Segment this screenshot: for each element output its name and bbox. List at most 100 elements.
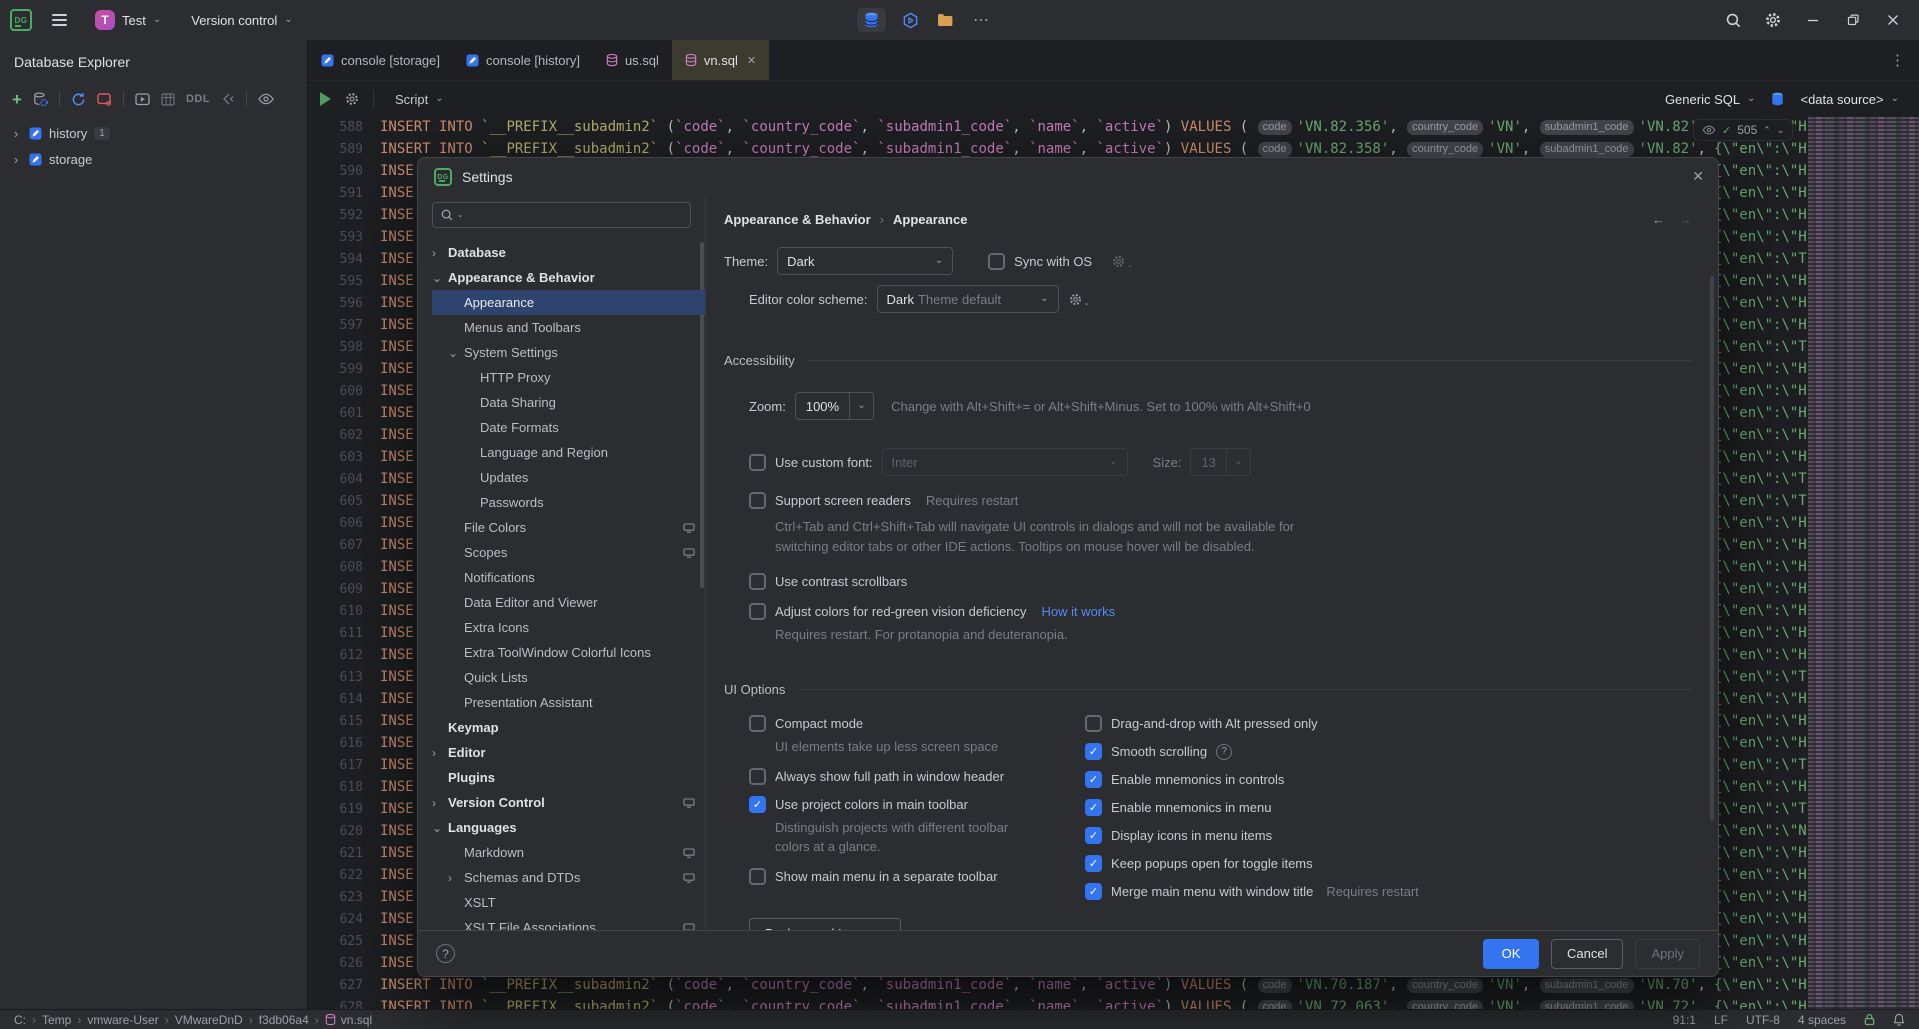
checkbox[interactable] (749, 715, 766, 732)
project-widget[interactable]: T Test ⌄ (87, 6, 169, 34)
back-arrow-icon[interactable]: ← (1652, 212, 1665, 227)
checkbox-compact-mode[interactable]: Compact mode (749, 715, 1085, 732)
eye-icon[interactable] (258, 93, 274, 105)
checkbox-use-project-colors-in-main-toolbar[interactable]: ✓Use project colors in main toolbar (749, 796, 1085, 813)
path-segment[interactable]: f3db06a4 (259, 1013, 309, 1027)
settings-button[interactable] (1755, 0, 1791, 40)
settings-tree-item-http-proxy[interactable]: HTTP Proxy (432, 365, 705, 390)
ddl-button[interactable]: DDL (186, 93, 210, 105)
settings-scrollbar[interactable] (1710, 276, 1714, 821)
jump-to-console-icon[interactable] (135, 93, 150, 106)
checkbox[interactable]: ✓ (1085, 827, 1102, 844)
cancel-button[interactable]: Cancel (1551, 939, 1623, 969)
status-item-4-spaces[interactable]: 4 spaces (1798, 1013, 1846, 1027)
checkbox[interactable]: ✓ (1085, 771, 1102, 788)
path-segment[interactable]: C: (14, 1013, 26, 1027)
checkbox-drag-and-drop-with-alt-pressed-only[interactable]: Drag-and-drop with Alt pressed only (1085, 715, 1419, 732)
tab-console-history[interactable]: console [history] (453, 40, 593, 80)
path-segment[interactable]: Temp (42, 1013, 71, 1027)
settings-tree-item-appearance-behavior[interactable]: ⌄Appearance & Behavior (432, 265, 705, 290)
checkbox[interactable]: ✓ (1085, 799, 1102, 816)
search-everywhere-button[interactable] (1715, 0, 1751, 40)
status-item-lf[interactable]: LF (1714, 1013, 1728, 1027)
sync-with-os-checkbox[interactable]: Sync with OS (988, 253, 1092, 270)
contrast-scrollbars-checkbox[interactable]: Use contrast scrollbars (749, 573, 907, 590)
dialog-close-icon[interactable]: ✕ (1692, 168, 1704, 185)
path-segment[interactable]: vmware-User (87, 1013, 158, 1027)
path-segment[interactable]: VMwareDnD (175, 1013, 243, 1027)
checkbox-display-icons-in-menu-items[interactable]: ✓Display icons in menu items (1085, 827, 1419, 844)
editor-tabs-more-icon[interactable]: ⋮ (1876, 40, 1919, 80)
datasource-selector[interactable]: <data source> ⌄ (1792, 88, 1907, 111)
settings-tree-item-languages[interactable]: ⌄Languages (432, 815, 705, 840)
settings-tree-item-editor[interactable]: ›Editor (432, 740, 705, 765)
checkbox[interactable]: ✓ (1085, 743, 1102, 760)
vcs-widget[interactable]: Version control ⌄ (183, 9, 300, 32)
settings-tree-item-system-settings[interactable]: ⌄System Settings (432, 340, 705, 365)
readonly-lock-icon[interactable] (1864, 1013, 1875, 1026)
checkbox[interactable] (749, 768, 766, 785)
settings-tree-item-plugins[interactable]: Plugins (432, 765, 705, 790)
database-tool-button[interactable] (857, 8, 886, 32)
checkbox[interactable] (988, 253, 1005, 270)
checkbox-always-show-full-path-in-window-header[interactable]: Always show full path in window header (749, 768, 1085, 785)
checkbox[interactable]: ✓ (749, 796, 766, 813)
settings-tree-item-menus-and-toolbars[interactable]: Menus and Toolbars (432, 315, 705, 340)
inspections-widget[interactable]: ✓ 505 ⌃ ⌄ (1693, 119, 1793, 141)
apply-button[interactable]: Apply (1635, 939, 1700, 969)
tree-item-storage[interactable]: ›storage (0, 146, 307, 172)
settings-search-input[interactable]: ⌄ (432, 202, 691, 228)
tab-console-storage[interactable]: console [storage] (308, 40, 453, 80)
support-screen-readers-checkbox[interactable]: Support screen readers (749, 492, 911, 509)
editor-minimap[interactable] (1808, 117, 1919, 1009)
settings-tree-item-schemas-and-dtds[interactable]: ›Schemas and DTDs (432, 865, 705, 890)
checkbox-keep-popups-open-for-toggle-items[interactable]: ✓Keep popups open for toggle items (1085, 855, 1419, 872)
checkbox[interactable]: ✓ (1085, 883, 1102, 900)
data-source-properties-icon[interactable] (33, 92, 48, 107)
background-image-button[interactable]: Background Image... (749, 918, 901, 930)
tab-us-sql[interactable]: us.sql (593, 40, 672, 80)
chevron-down-icon[interactable]: ⌄ (1777, 125, 1785, 136)
how-it-works-link[interactable]: How it works (1041, 604, 1115, 619)
status-item-utf-8[interactable]: UTF-8 (1746, 1013, 1780, 1027)
use-custom-font-checkbox[interactable]: Use custom font: (749, 454, 873, 471)
more-toolwindows-icon[interactable]: ⋯ (969, 10, 994, 30)
forward-arrow-icon[interactable]: → (1679, 212, 1692, 227)
settings-tree-item-version-control[interactable]: ›Version Control (432, 790, 705, 815)
settings-tree-item-data-editor-and-viewer[interactable]: Data Editor and Viewer (432, 590, 705, 615)
settings-tree-item-notifications[interactable]: Notifications (432, 565, 705, 590)
scheme-gear-icon[interactable]: ⌄ (1068, 292, 1090, 307)
settings-tree-item-extra-toolwindow-colorful-icons[interactable]: Extra ToolWindow Colorful Icons (432, 640, 705, 665)
checkbox-show-main-menu-in-a-separate-toolbar[interactable]: Show main menu in a separate toolbar (749, 868, 1085, 885)
settings-tree-item-file-colors[interactable]: File Colors (432, 515, 705, 540)
settings-tree-item-keymap[interactable]: Keymap (432, 715, 705, 740)
navigate-back-icon[interactable] (221, 93, 235, 105)
checkbox[interactable] (749, 573, 766, 590)
settings-tree-item-scopes[interactable]: Scopes (432, 540, 705, 565)
minimize-button[interactable] (1795, 0, 1831, 40)
status-item-91-1[interactable]: 91:1 (1673, 1013, 1696, 1027)
checkbox[interactable] (1085, 715, 1102, 732)
refresh-icon[interactable] (71, 92, 86, 107)
settings-tree-item-xslt-file-associations[interactable]: XSLT File Associations (432, 915, 705, 930)
run-script-icon[interactable] (320, 92, 331, 106)
close-button[interactable] (1875, 0, 1911, 40)
settings-tree-item-appearance[interactable]: Appearance (432, 290, 705, 315)
services-tool-button[interactable] (900, 10, 921, 31)
sync-os-gear-icon[interactable]: ⌄ (1111, 254, 1133, 269)
dialect-selector[interactable]: Generic SQL ⌄ (1657, 88, 1764, 111)
settings-tree-item-database[interactable]: ›Database (432, 240, 705, 265)
settings-tree-item-markdown[interactable]: Markdown (432, 840, 705, 865)
add-data-source-icon[interactable]: + (12, 91, 22, 108)
settings-tree-item-quick-lists[interactable]: Quick Lists (432, 665, 705, 690)
red-green-checkbox[interactable]: Adjust colors for red-green vision defic… (749, 603, 1026, 620)
settings-tree-item-passwords[interactable]: Passwords (432, 490, 705, 515)
checkbox-smooth-scrolling[interactable]: ✓Smooth scrolling? (1085, 743, 1419, 760)
restore-button[interactable] (1835, 0, 1871, 40)
chevron-up-icon[interactable]: ⌃ (1763, 125, 1771, 136)
settings-tree-item-extra-icons[interactable]: Extra Icons (432, 615, 705, 640)
help-icon[interactable]: ? (1216, 744, 1232, 760)
tree-item-history[interactable]: ›history1 (0, 120, 307, 146)
checkbox[interactable] (749, 603, 766, 620)
disconnect-icon[interactable] (97, 93, 112, 106)
